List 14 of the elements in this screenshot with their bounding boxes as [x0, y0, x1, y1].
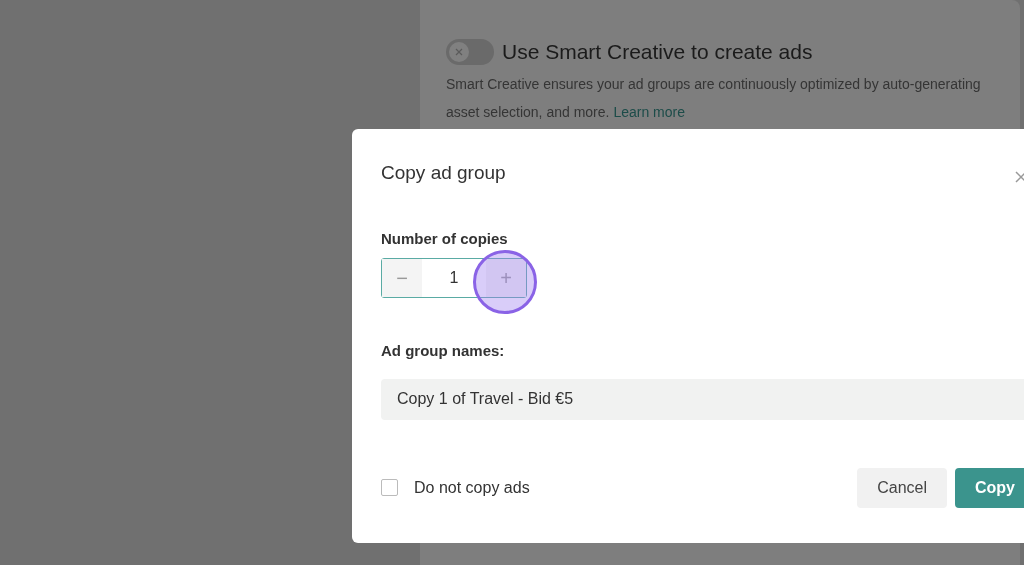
close-icon: [449, 41, 469, 62]
description-text: Smart Creative ensures your ad groups are continuously optimized by auto-generating: [446, 74, 982, 94]
name-field[interactable]: Copy 1 of Travel - Bid €5: [381, 378, 1024, 420]
toggle-switch[interactable]: [446, 38, 494, 65]
copy-button[interactable]: Copy: [955, 467, 1024, 508]
field-label: Ad group names:: [381, 341, 506, 361]
number-stepper[interactable]: − 1 +: [381, 258, 527, 298]
checkbox-label[interactable]: Do not copy ads: [414, 475, 530, 500]
cancel-button[interactable]: Cancel: [857, 467, 947, 508]
dialog-title: Copy ad group: [381, 161, 506, 185]
checkbox[interactable]: [381, 479, 398, 496]
section-title: Use Smart Creative to create ads: [502, 39, 813, 65]
description-text: asset selection, and more.: [446, 102, 610, 122]
field-label: Number of copies: [381, 228, 509, 249]
